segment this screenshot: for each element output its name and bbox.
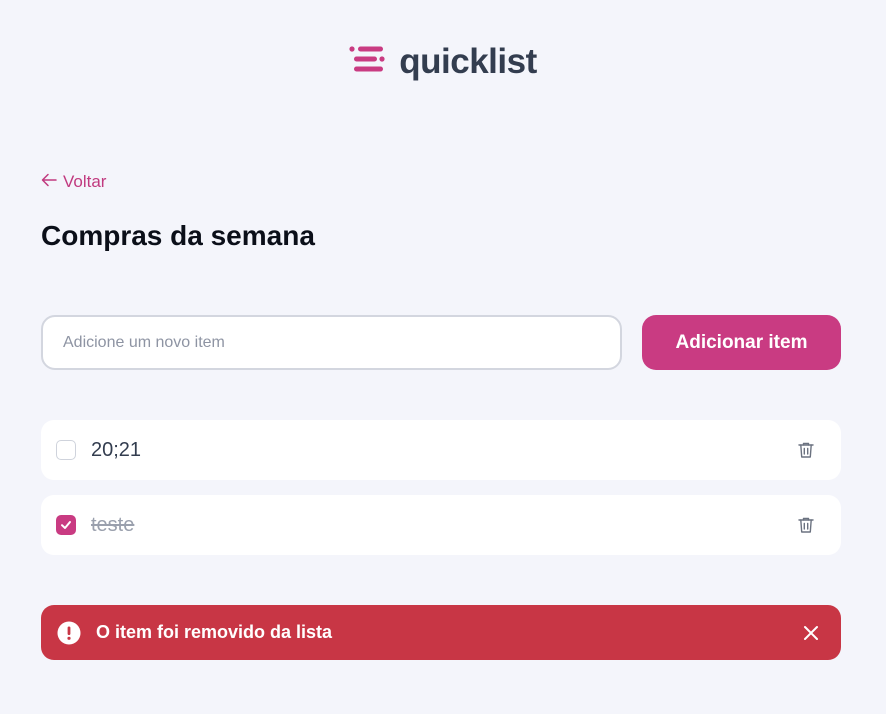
back-link[interactable]: Voltar (41, 172, 106, 192)
trash-icon[interactable] (792, 436, 820, 464)
toast-message: O item foi removido da lista (96, 622, 333, 642)
alert-circle-icon (57, 621, 81, 645)
toast-notification: O item foi removido da lista (41, 605, 841, 660)
list-lines-icon (349, 44, 389, 79)
item-label: teste (91, 513, 135, 536)
new-item-input[interactable] (41, 315, 622, 370)
item-label: 20;21 (91, 438, 142, 461)
add-item-button[interactable]: Adicionar item (642, 315, 841, 370)
list-item: teste (41, 495, 841, 555)
trash-icon[interactable] (792, 511, 820, 539)
back-label: Voltar (63, 172, 107, 191)
app-logo: quicklist (0, 44, 886, 79)
page-title: Compras da semana (41, 220, 315, 251)
list-item: 20;21 (41, 420, 841, 480)
close-icon[interactable] (799, 621, 823, 645)
item-checkbox-checked[interactable] (56, 515, 76, 535)
item-checkbox[interactable] (56, 440, 76, 460)
check-icon (61, 521, 71, 529)
logo-text: quicklist (399, 42, 537, 81)
arrow-left-icon (41, 172, 57, 192)
